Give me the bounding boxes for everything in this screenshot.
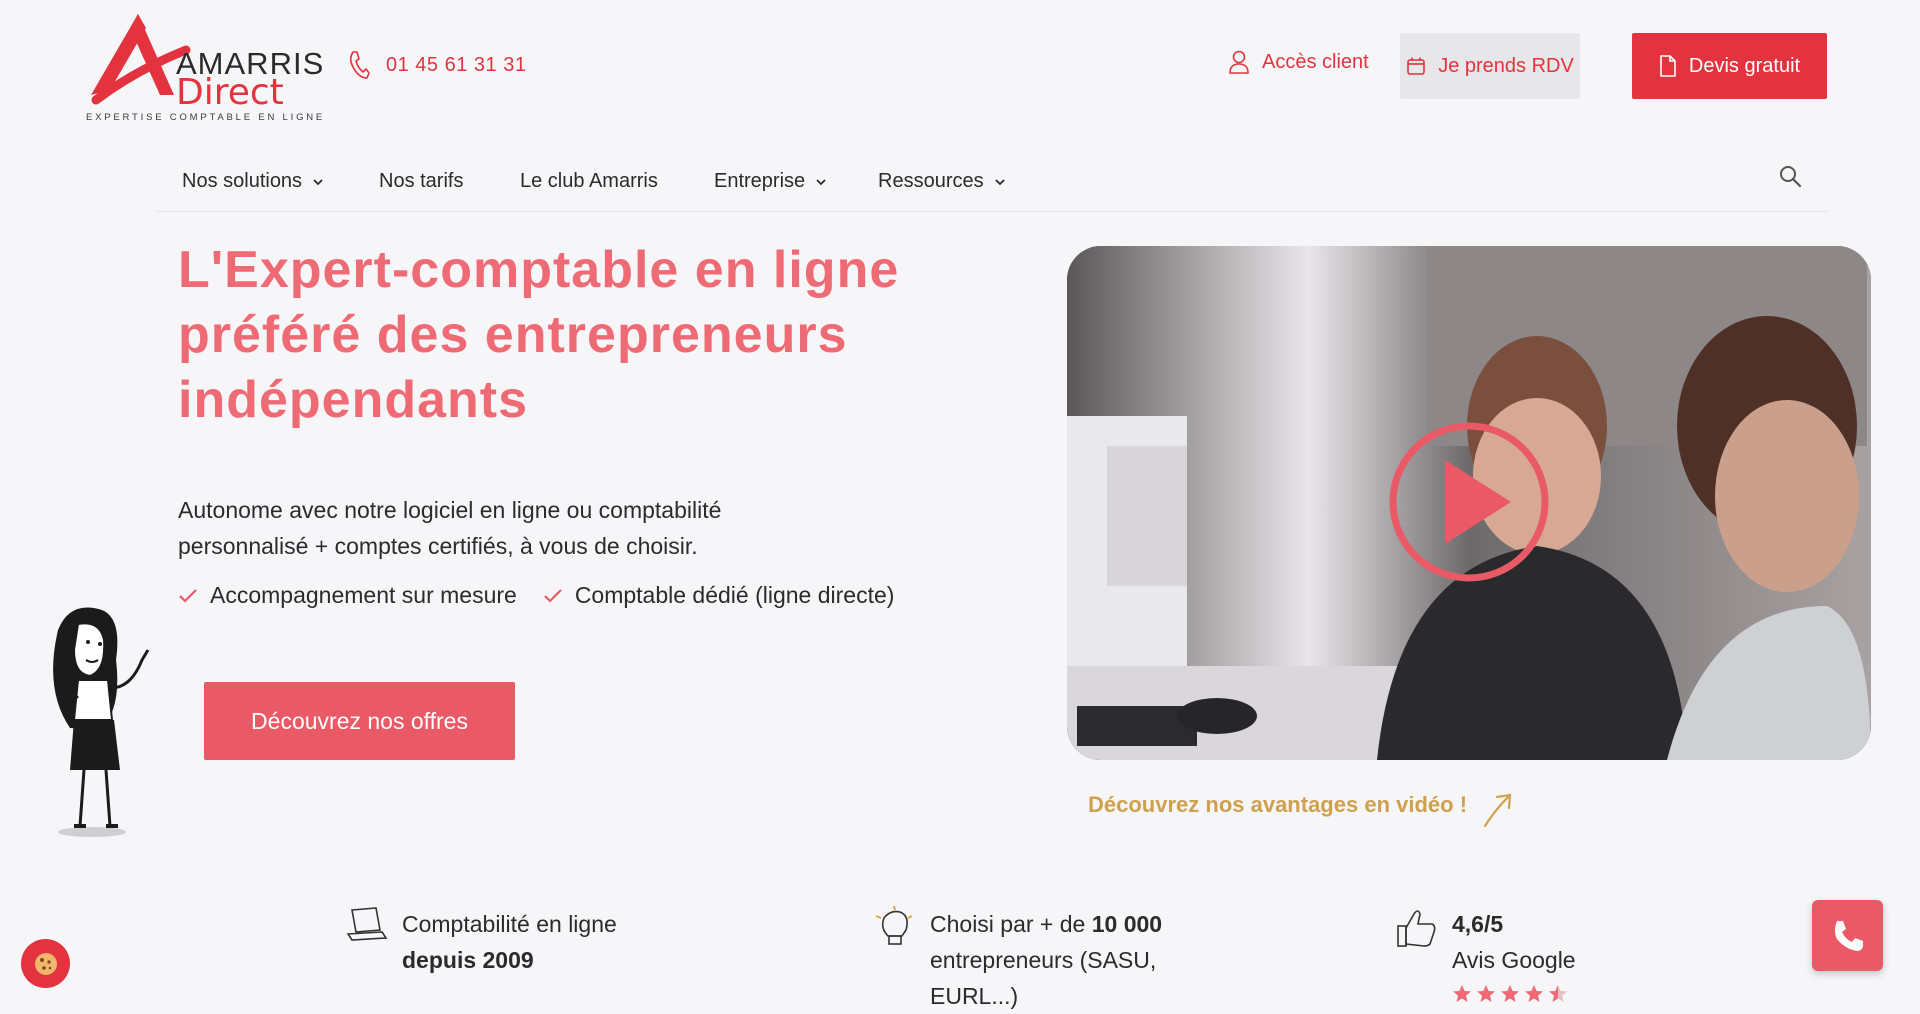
play-button-icon[interactable] xyxy=(1387,420,1551,584)
nav-item-entreprise[interactable]: Entreprise xyxy=(714,170,827,193)
cookie-icon xyxy=(34,952,57,975)
client-access-link[interactable]: Accès client xyxy=(1228,50,1369,74)
hero-subtitle: Autonome avec notre logiciel en ligne ou… xyxy=(178,497,722,559)
checkmark-icon xyxy=(544,588,562,603)
chevron-down-icon xyxy=(994,178,1005,185)
arrow-up-right-icon xyxy=(1483,793,1512,828)
thumbs-up-icon xyxy=(1397,910,1436,947)
stat-bold: depuis 2009 xyxy=(402,947,534,973)
main-nav: Nos solutions Nos tarifs Le club Amarris… xyxy=(156,150,1828,212)
logo-word-direct: Direct xyxy=(176,72,284,113)
stat-since-2009: Comptabilité en ligne depuis 2009 xyxy=(346,906,617,978)
check-item: Accompagnement sur mesure xyxy=(178,582,517,609)
chevron-down-icon xyxy=(816,178,826,185)
nav-item-label: Nos tarifs xyxy=(379,170,464,192)
cookie-settings-button[interactable] xyxy=(21,939,70,988)
nav-item-ressources[interactable]: Ressources xyxy=(878,170,1006,193)
check-item: Comptable dédié (ligne directe) xyxy=(543,582,895,609)
user-icon xyxy=(1229,50,1249,74)
header-phone[interactable]: 01 45 61 31 31 xyxy=(348,50,526,80)
stat-google-rating: 4,6/5 Avis Google xyxy=(1396,906,1576,1004)
quote-button[interactable]: Devis gratuit xyxy=(1632,33,1827,99)
lightbulb-icon xyxy=(875,906,913,945)
woman-illustration xyxy=(53,607,150,837)
video-player[interactable] xyxy=(1067,246,1871,760)
star-icon xyxy=(1477,985,1495,1002)
call-button[interactable] xyxy=(1812,900,1883,971)
hero-title: L'Expert-comptable en ligne préféré des … xyxy=(178,241,900,429)
stat-line: EURL...) xyxy=(930,983,1019,1009)
phone-number[interactable]: 01 45 61 31 31 xyxy=(386,54,526,77)
phone-icon xyxy=(1834,920,1863,951)
check-item-label: Accompagnement sur mesure xyxy=(210,582,517,608)
nav-item-label: Ressources xyxy=(878,170,984,192)
search-icon[interactable] xyxy=(1778,164,1802,188)
hero-checklist: Accompagnement sur mesure Comptable dédi… xyxy=(178,582,894,609)
quote-button-label: Devis gratuit xyxy=(1688,54,1801,77)
stat-line: Comptabilité en ligne xyxy=(402,911,617,937)
rdv-button[interactable]: Je prends RDV xyxy=(1400,33,1580,99)
rating-label: Avis Google xyxy=(1452,947,1576,973)
video-caption: Découvrez nos avantages en vidéo ! xyxy=(1088,792,1515,830)
rdv-button-label: Je prends RDV xyxy=(1438,54,1574,77)
nav-item-club[interactable]: Le club Amarris xyxy=(520,170,658,193)
check-item-label: Comptable dédié (ligne directe) xyxy=(574,582,895,608)
nav-item-solutions[interactable]: Nos solutions xyxy=(182,170,324,193)
client-access-label: Accès client xyxy=(1262,50,1369,73)
star-icon xyxy=(1501,985,1519,1002)
discover-offers-button[interactable]: Découvrez nos offres xyxy=(204,682,515,760)
laptop-icon xyxy=(346,907,388,941)
stat-prefix: Choisi par + de xyxy=(930,911,1092,937)
logo-tagline: EXPERTISE COMPTABLE EN LIGNE xyxy=(86,112,326,123)
nav-item-label: Le club Amarris xyxy=(520,170,658,192)
checkmark-icon xyxy=(179,588,197,603)
stat-bold: 10 000 xyxy=(1091,911,1163,937)
stat-entrepreneurs: Choisi par + de 10 000 entrepreneurs (SA… xyxy=(874,906,1162,1014)
star-icon xyxy=(1525,985,1543,1002)
document-icon xyxy=(1660,55,1676,77)
rating-value: 4,6/5 xyxy=(1452,911,1504,937)
calendar-icon xyxy=(1407,57,1425,75)
chevron-down-icon xyxy=(313,178,323,185)
logo[interactable]: AMARRIS Direct EXPERTISE COMPTABLE EN LI… xyxy=(86,10,323,125)
nav-item-label: Nos solutions xyxy=(182,170,303,192)
phone-icon xyxy=(349,51,370,79)
star-half-icon xyxy=(1549,985,1567,1002)
star-icon xyxy=(1453,985,1471,1002)
stat-line: entrepreneurs (SASU, xyxy=(930,947,1157,973)
rating-stars xyxy=(1452,984,1576,1004)
video-caption-text: Découvrez nos avantages en vidéo ! xyxy=(1088,792,1468,817)
nav-item-label: Entreprise xyxy=(714,170,806,192)
nav-item-tarifs[interactable]: Nos tarifs xyxy=(379,170,463,193)
